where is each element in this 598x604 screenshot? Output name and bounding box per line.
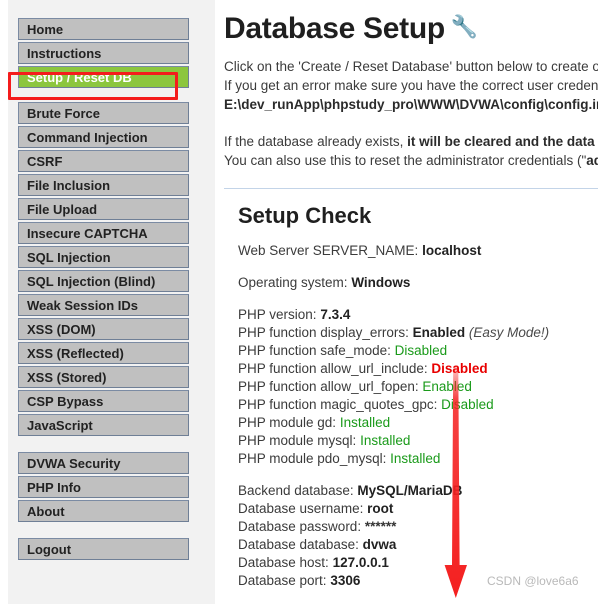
page-title: Database Setup 🔧	[224, 0, 598, 46]
php-allow-url-fopen-label: PHP function allow_url_fopen:	[238, 379, 419, 394]
database-port-label: Database port:	[238, 573, 327, 588]
server-name-value: localhost	[422, 243, 482, 258]
sidebar-group-meta: DVWA Security PHP Info About	[8, 452, 215, 522]
sidebar-item-home[interactable]: Home	[18, 18, 189, 40]
database-username-value: root	[367, 501, 394, 516]
sidebar-item-instructions[interactable]: Instructions	[18, 42, 189, 64]
main-content: Database Setup 🔧 Click on the 'Create / R…	[224, 0, 598, 604]
php-module-gd-value: Installed	[339, 415, 391, 430]
database-port-value: 3306	[330, 573, 361, 588]
php-check-row: PHP function display_errors: Enabled (Ea…	[238, 324, 598, 342]
php-version-label: PHP version:	[238, 307, 317, 322]
php-display-errors-value: Enabled	[412, 325, 466, 340]
php-allow-url-include-label: PHP function allow_url_include:	[238, 361, 428, 376]
database-name-value: dvwa	[362, 537, 397, 552]
sidebar-item-brute-force[interactable]: Brute Force	[18, 102, 189, 124]
database-row: Database password: ******	[238, 518, 598, 536]
sidebar-item-csrf[interactable]: CSRF	[18, 150, 189, 172]
php-magic-quotes-label: PHP function magic_quotes_gpc:	[238, 397, 438, 412]
sidebar-item-file-inclusion[interactable]: File Inclusion	[18, 174, 189, 196]
database-info-list: Backend database: MySQL/MariaDB Database…	[238, 482, 598, 590]
sidebar-item-xss-dom[interactable]: XSS (DOM)	[18, 318, 189, 340]
php-check-row: PHP function safe_mode: Disabled	[238, 342, 598, 360]
intro-paragraph: Click on the 'Create / Reset Database' b…	[224, 57, 598, 114]
php-module-gd-label: PHP module gd:	[238, 415, 337, 430]
sidebar-item-about[interactable]: About	[18, 500, 189, 522]
php-check-row: PHP version: 7.3.4	[238, 306, 598, 324]
warning-line-2-bold: adm	[586, 153, 598, 168]
sidebar-item-insecure-captcha[interactable]: Insecure CAPTCHA	[18, 222, 189, 244]
warning-paragraph: If the database already exists, it will …	[224, 132, 598, 170]
setup-check-heading: Setup Check	[238, 203, 372, 228]
sidebar-group-session: Logout	[8, 538, 215, 560]
sidebar-item-command-injection[interactable]: Command Injection	[18, 126, 189, 148]
sidebar-item-xss-stored[interactable]: XSS (Stored)	[18, 366, 189, 388]
php-module-pdo-mysql-label: PHP module pdo_mysql:	[238, 451, 387, 466]
backend-database-label: Backend database:	[238, 483, 354, 498]
database-host-value: 127.0.0.1	[332, 555, 389, 570]
operating-system-value: Windows	[351, 275, 411, 290]
operating-system-row: Operating system: Windows	[238, 274, 598, 292]
php-version-value: 7.3.4	[320, 307, 351, 322]
operating-system-label: Operating system:	[238, 275, 348, 290]
database-row: Database host: 127.0.0.1	[238, 554, 598, 572]
database-password-label: Database password:	[238, 519, 362, 534]
sidebar-item-php-info[interactable]: PHP Info	[18, 476, 189, 498]
intro-line-1: Click on the 'Create / Reset Database' b…	[224, 59, 598, 74]
php-module-pdo-mysql-value: Installed	[390, 451, 441, 466]
server-name-row: Web Server SERVER_NAME: localhost	[238, 242, 598, 260]
php-magic-quotes-value: Disabled	[441, 397, 494, 412]
page-title-text: Database Setup	[224, 12, 445, 45]
php-check-row: PHP function allow_url_fopen: Enabled	[238, 378, 598, 396]
database-host-label: Database host:	[238, 555, 329, 570]
warning-line-2-plain: You can also use this to reset the admin…	[224, 153, 587, 168]
database-row: Database port: 3306	[238, 572, 598, 590]
php-module-mysql-label: PHP module mysql:	[238, 433, 357, 448]
php-display-errors-note: (Easy Mode!)	[468, 325, 550, 340]
warning-line-1-bold: it will be cleared and the data w	[407, 134, 598, 149]
database-row: Database username: root	[238, 500, 598, 518]
database-row: Database database: dvwa	[238, 536, 598, 554]
php-checks-list: PHP version: 7.3.4 PHP function display_…	[238, 306, 598, 468]
intro-config-path: E:\dev_runApp\phpstudy_pro\WWW\DVWA\conf…	[224, 97, 598, 112]
sidebar-group-vulnerabilities: Brute Force Command Injection CSRF File …	[8, 102, 215, 436]
intro-line-2: If you get an error make sure you have t…	[224, 78, 598, 93]
backend-database-value: MySQL/MariaDB	[357, 483, 463, 498]
sidebar-item-javascript[interactable]: JavaScript	[18, 414, 189, 436]
database-username-label: Database username:	[238, 501, 364, 516]
warning-line-1-plain: If the database already exists,	[224, 134, 408, 149]
server-name-label: Web Server SERVER_NAME:	[238, 243, 419, 258]
sidebar-item-xss-reflected[interactable]: XSS (Reflected)	[18, 342, 189, 364]
sidebar-navigation: Home Instructions Setup / Reset DB Brute…	[8, 0, 215, 604]
setup-check-block: Web Server SERVER_NAME: localhost Operat…	[224, 242, 598, 604]
php-check-row: PHP function allow_url_include: Disabled	[238, 360, 598, 378]
php-display-errors-label: PHP function display_errors:	[238, 325, 409, 340]
php-check-row: PHP module gd: Installed	[238, 414, 598, 432]
php-allow-url-include-value: Disabled	[431, 361, 488, 376]
php-check-row: PHP module mysql: Installed	[238, 432, 598, 450]
sidebar-item-weak-session-ids[interactable]: Weak Session IDs	[18, 294, 189, 316]
sidebar-item-sql-injection-blind[interactable]: SQL Injection (Blind)	[18, 270, 189, 292]
sidebar-item-setup-reset-db[interactable]: Setup / Reset DB	[18, 66, 189, 88]
dvwa-setup-page: Home Instructions Setup / Reset DB Brute…	[0, 0, 598, 604]
sidebar-item-csp-bypass[interactable]: CSP Bypass	[18, 390, 189, 412]
database-row: Backend database: MySQL/MariaDB	[238, 482, 598, 500]
php-check-row: PHP function magic_quotes_gpc: Disabled	[238, 396, 598, 414]
sidebar-item-logout[interactable]: Logout	[18, 538, 189, 560]
php-check-row: PHP module pdo_mysql: Installed	[238, 450, 598, 468]
wrench-icon: 🔧	[450, 14, 478, 39]
php-safe-mode-value: Disabled	[394, 343, 448, 358]
php-safe-mode-label: PHP function safe_mode:	[238, 343, 391, 358]
database-name-label: Database database:	[238, 537, 359, 552]
php-allow-url-fopen-value: Enabled	[422, 379, 472, 394]
sidebar-item-sql-injection[interactable]: SQL Injection	[18, 246, 189, 268]
php-module-mysql-value: Installed	[360, 433, 411, 448]
sidebar-group-primary: Home Instructions Setup / Reset DB	[8, 18, 215, 88]
database-password-value: ******	[364, 519, 397, 534]
sidebar-item-dvwa-security[interactable]: DVWA Security	[18, 452, 189, 474]
sidebar-item-file-upload[interactable]: File Upload	[18, 198, 189, 220]
